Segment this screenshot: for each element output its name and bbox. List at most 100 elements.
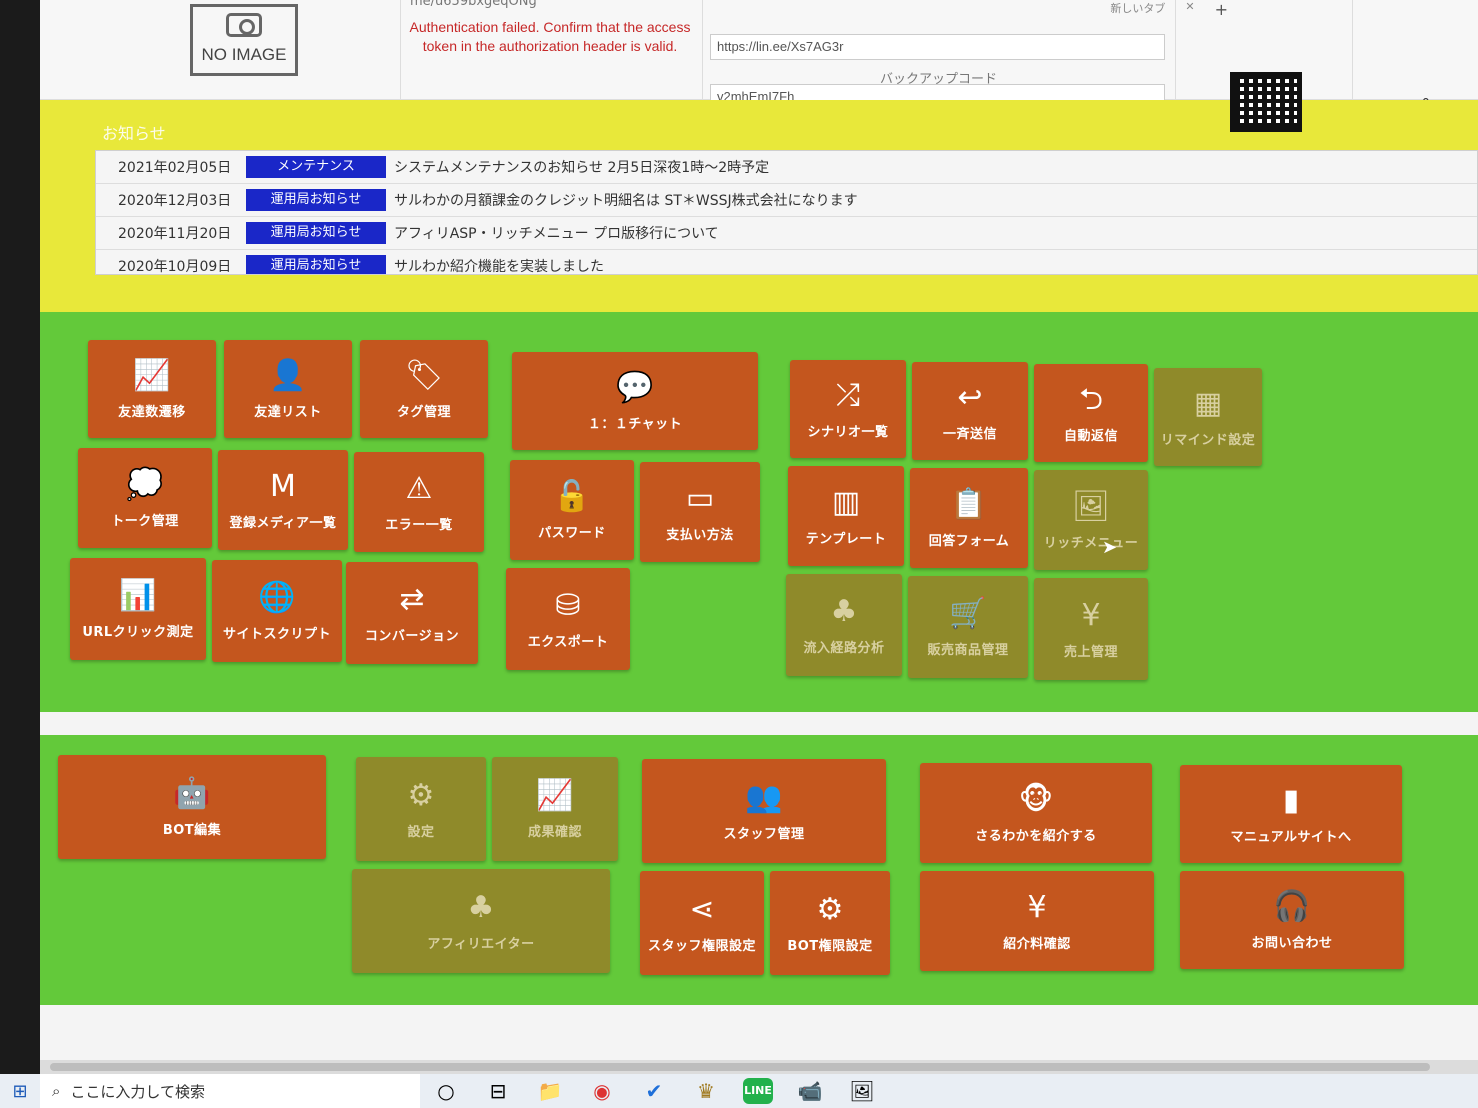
browser-tab[interactable]: 新しいタブ <box>1110 0 1165 22</box>
tile-label: 紹介料確認 <box>1003 936 1071 952</box>
friend-count-trend-button[interactable]: 📈 友達数遷移 <box>88 340 216 438</box>
tile-label: 友達数遷移 <box>118 404 186 420</box>
unlock-icon: 🔓 <box>553 478 591 514</box>
swap-arrows-icon: ⇄ <box>399 581 425 617</box>
settings-button[interactable]: ⚙ 設定 <box>356 757 486 861</box>
tile-label: テンプレート <box>805 531 887 547</box>
error-list-button[interactable]: ⚠ エラー一覧 <box>354 452 484 552</box>
credit-card-icon: ▭ <box>685 480 715 516</box>
divider <box>1175 0 1176 110</box>
manual-site-button[interactable]: ▮ マニュアルサイトへ <box>1180 765 1402 863</box>
tile-label: エラー一覧 <box>385 517 453 533</box>
inflow-route-analysis-button[interactable]: ♣ 流入経路分析 <box>786 574 902 676</box>
staff-management-button[interactable]: 👥 スタッフ管理 <box>642 759 886 863</box>
broadcast-button[interactable]: ↩ 一斉送信 <box>912 362 1028 460</box>
remind-settings-button[interactable]: ▦ リマインド設定 <box>1154 368 1262 466</box>
scenario-list-button[interactable]: ⤮ シナリオ一覧 <box>790 360 906 458</box>
results-check-button[interactable]: 📈 成果確認 <box>492 757 618 861</box>
network-icon: ♣ <box>467 889 495 925</box>
tile-label: 登録メディア一覧 <box>229 515 337 531</box>
notice-badge: メンテナンス <box>246 156 386 178</box>
staff-permission-settings-button[interactable]: ⋖ スタッフ権限設定 <box>640 871 764 975</box>
cortana-icon[interactable]: ○ <box>420 1079 472 1103</box>
notice-text[interactable]: アフィリASP・リッチメニュー プロ版移行について <box>394 223 719 243</box>
rich-menu-button[interactable]: 🖼 リッチメニュー <box>1034 470 1148 570</box>
task-view-icon[interactable]: ⊟ <box>472 1079 524 1103</box>
mouse-cursor-icon: ➤ <box>1102 537 1118 558</box>
affiliater-button[interactable]: ♣ アフィリエイター <box>352 869 610 973</box>
contact-button[interactable]: 🎧 お問い合わせ <box>1180 871 1404 969</box>
template-button[interactable]: ▥ テンプレート <box>788 466 904 566</box>
notice-item[interactable]: 2020年11月20日 運用局お知らせ アフィリASP・リッチメニュー プロ版移… <box>96 217 1477 250</box>
close-tab-icon[interactable]: ✕ <box>1185 0 1194 22</box>
friend-list-button[interactable]: 👤 友達リスト <box>224 340 352 438</box>
notice-item[interactable]: 2020年12月03日 運用局お知らせ サルわかの月額課金のクレジット明細名は … <box>96 184 1477 217</box>
taskbar-search-box[interactable]: ⌕ ここに入力して検索 <box>40 1074 420 1108</box>
app-screen: me/u659bxgeqONg 新しいタブ ✕ + NO IMAGE Authe… <box>40 0 1478 1108</box>
notice-text[interactable]: サルわか紹介機能を実装しました <box>394 256 604 274</box>
shuffle-icon: ⤮ <box>836 377 860 413</box>
robot-icon: 🤖 <box>173 775 211 811</box>
coins-icon: ¥ <box>1027 889 1047 925</box>
tile-label: 回答フォーム <box>928 533 1010 549</box>
tile-label: リッチメニュー <box>1043 535 1139 551</box>
tile-label: コンバージョン <box>364 628 460 644</box>
shopping-cart-icon: 🛒 <box>949 595 987 631</box>
photos-app-icon[interactable]: 🖼 <box>836 1079 888 1103</box>
product-management-button[interactable]: 🛒 販売商品管理 <box>908 576 1028 678</box>
link-url-field[interactable]: https://lin.ee/Xs7AG3r <box>710 34 1165 60</box>
crown-app-icon[interactable]: ♛ <box>680 1079 732 1103</box>
conversion-button[interactable]: ⇄ コンバージョン <box>346 562 478 664</box>
export-button[interactable]: ⛁ エクスポート <box>506 568 630 670</box>
presentation-icon: 📈 <box>536 777 574 813</box>
file-explorer-icon[interactable]: 📁 <box>524 1079 576 1103</box>
return-arrow-icon: ⮌ <box>1078 381 1104 417</box>
clipboard-icon: 📋 <box>950 486 988 522</box>
divider <box>702 0 703 110</box>
document-icon: ▮ <box>1282 782 1300 818</box>
payment-method-button[interactable]: ▭ 支払い方法 <box>640 462 760 562</box>
notice-text[interactable]: サルわかの月額課金のクレジット明細名は ST＊WSSJ株式会社になります <box>394 190 858 210</box>
sales-management-button[interactable]: ¥ 売上管理 <box>1034 578 1148 680</box>
referral-fee-check-button[interactable]: ¥ 紹介料確認 <box>920 871 1154 971</box>
new-tab-icon[interactable]: + <box>1215 0 1228 22</box>
tile-label: エクスポート <box>527 634 609 650</box>
scrollbar-thumb[interactable] <box>50 1063 1430 1071</box>
windows-start-icon[interactable]: ⊞ <box>0 1081 40 1102</box>
notice-item[interactable]: 2020年10月09日 運用局お知らせ サルわか紹介機能を実装しました <box>96 250 1477 274</box>
notice-date: 2020年12月03日 <box>118 193 232 209</box>
money-bag-icon: ¥ <box>1081 597 1101 633</box>
media-icon: M <box>270 468 296 504</box>
zoom-app-icon[interactable]: 📹 <box>784 1079 836 1103</box>
answer-form-button[interactable]: 📋 回答フォーム <box>910 468 1028 568</box>
line-app-icon[interactable]: LINE <box>743 1078 773 1104</box>
tag-management-button[interactable]: 🏷 タグ管理 <box>360 340 488 438</box>
notice-text[interactable]: システムメンテナンスのお知らせ 2月5日深夜1時〜2時予定 <box>394 157 769 177</box>
url-click-tracking-button[interactable]: 📊 URLクリック測定 <box>70 558 206 660</box>
one-on-one-chat-button[interactable]: 💬 １：１チャット <box>512 352 758 450</box>
talk-management-button[interactable]: 💭 トーク管理 <box>78 448 212 548</box>
sitemap-icon: ♣ <box>830 593 858 629</box>
todo-check-icon[interactable]: ✔ <box>628 1079 680 1103</box>
auto-reply-button[interactable]: ⮌ 自動返信 <box>1034 364 1148 462</box>
introduce-saruwaka-button[interactable]: 🐵 さるわかを紹介する <box>920 763 1152 863</box>
bot-edit-button[interactable]: 🤖 BOT編集 <box>58 755 326 859</box>
camera-icon <box>226 13 262 37</box>
image-icon: 🖼 <box>1071 488 1111 524</box>
browser-tab-strip[interactable]: 新しいタブ ✕ + <box>1110 0 1228 22</box>
notice-badge: 運用局お知らせ <box>246 189 386 211</box>
columns-icon: ▥ <box>831 484 861 520</box>
notice-date: 2021年02月05日 <box>118 160 232 176</box>
password-button[interactable]: 🔓 パスワード <box>510 460 634 560</box>
chrome-icon[interactable]: ◉ <box>576 1079 628 1103</box>
site-script-button[interactable]: 🌐 サイトスクリプト <box>212 560 342 662</box>
tile-label: １：１チャット <box>587 416 683 432</box>
bot-permission-settings-button[interactable]: ⚙ BOT権限設定 <box>770 871 890 975</box>
notice-item[interactable]: 2021年02月05日 メンテナンス システムメンテナンスのお知らせ 2月5日深… <box>96 151 1477 184</box>
registered-media-list-button[interactable]: M 登録メディア一覧 <box>218 450 348 550</box>
user-icon: 👤 <box>269 357 307 393</box>
reply-icon: ↩ <box>957 379 983 415</box>
notice-list[interactable]: 2021年02月05日 メンテナンス システムメンテナンスのお知らせ 2月5日深… <box>95 150 1478 275</box>
calendar-icon: ▦ <box>1193 385 1223 421</box>
horizontal-scrollbar[interactable] <box>40 1060 1478 1074</box>
